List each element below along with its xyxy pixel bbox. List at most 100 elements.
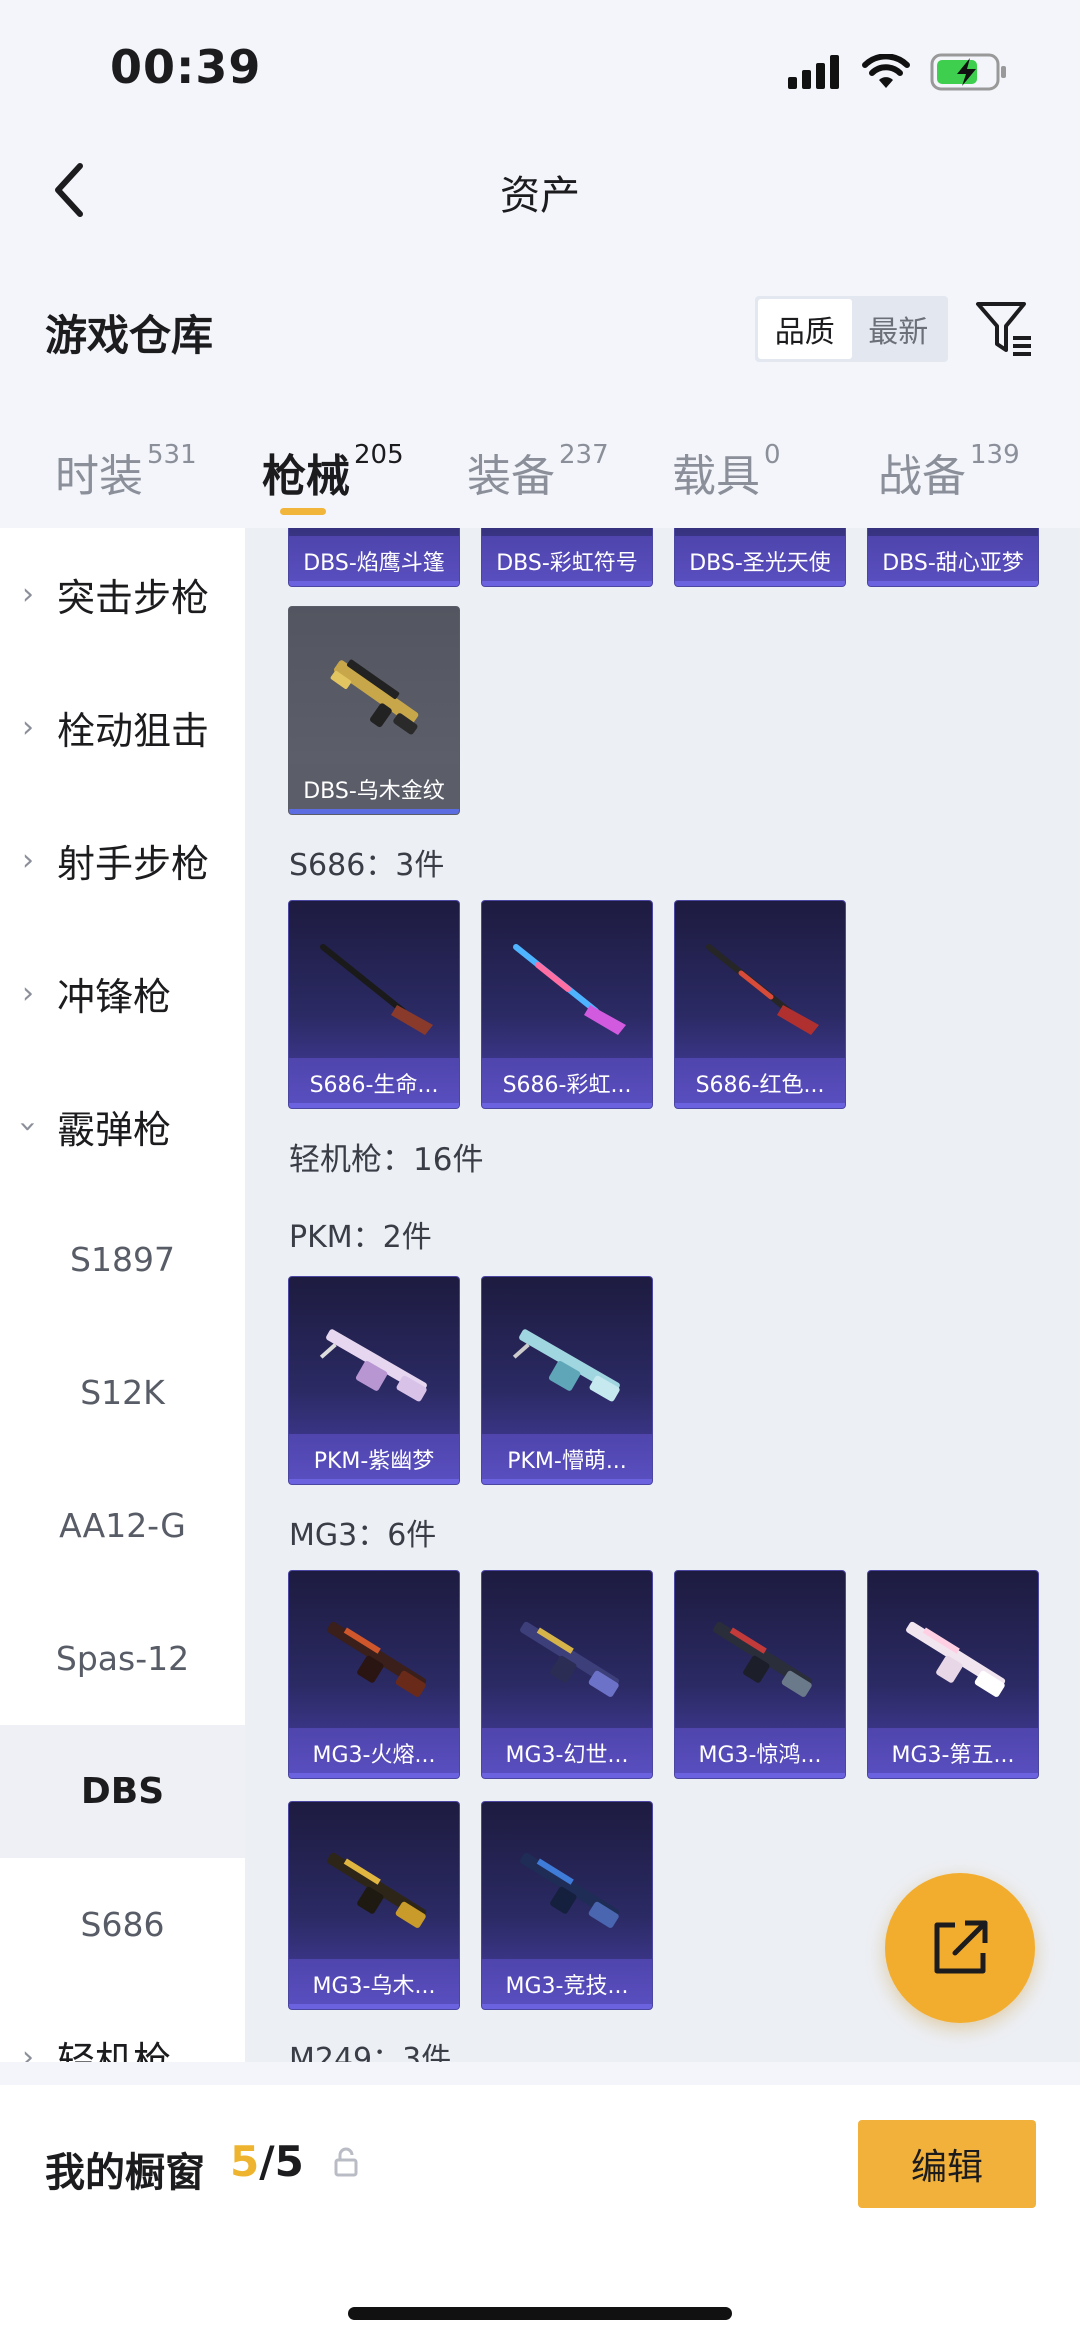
skin-name: MG3-乌木... — [289, 1959, 459, 2009]
shotgun-image — [513, 944, 626, 1035]
tab-vehicles[interactable]: 载具 0 — [672, 440, 781, 520]
header: 资产 — [0, 135, 1080, 245]
tab-count: 0 — [764, 439, 781, 470]
tab-fashion[interactable]: 时装 531 — [55, 440, 197, 520]
sidebar-item-label: 栓动狙击 — [57, 709, 210, 753]
skin-card[interactable]: S686-彩虹... — [481, 900, 653, 1109]
sidebar-item-label: 突击步枪 — [57, 576, 210, 620]
group-title-s686: S686：3件 — [289, 848, 445, 883]
skin-card[interactable]: MG3-幻世... — [481, 1570, 653, 1779]
shotgun-image — [706, 944, 819, 1035]
card-rarity-bar — [482, 1773, 652, 1778]
tab-equipment[interactable]: 装备 237 — [467, 440, 609, 520]
shotgun-image — [320, 944, 433, 1035]
showcase-total: /5 — [259, 2137, 304, 2186]
page-title: 资产 — [500, 173, 580, 219]
skin-name: MG3-第五... — [868, 1728, 1038, 1778]
card-rarity-bar — [289, 1479, 459, 1484]
filter-button[interactable] — [970, 296, 1040, 362]
skin-name: DBS-甜心亚梦 — [868, 536, 1038, 586]
chevron-right-icon: › — [22, 843, 34, 878]
skin-card[interactable]: MG3-乌木... — [288, 1801, 460, 2010]
sidebar-item-shotgun[interactable]: › 霰弹枪 — [0, 1060, 245, 1193]
skin-card[interactable]: MG3-火熔... — [288, 1570, 460, 1779]
skin-card[interactable]: DBS-圣光天使 — [674, 528, 846, 587]
tab-label: 枪械 — [262, 451, 350, 502]
sidebar-sub-s686[interactable]: S686 — [0, 1858, 245, 1991]
tab-combat-supplies[interactable]: 战备 139 — [878, 440, 1020, 520]
card-rarity-bar — [482, 581, 652, 586]
machine-gun-image — [520, 1621, 620, 1697]
skin-card[interactable]: MG3-惊鸿... — [674, 1570, 846, 1779]
group-title-mg3: MG3：6件 — [289, 1518, 437, 1553]
active-tab-indicator — [280, 508, 326, 515]
category-tabs: 时装 531 枪械 205 装备 237 载具 0 战备 139 — [0, 420, 1080, 525]
status-time: 00:39 — [110, 40, 262, 94]
sort-quality[interactable]: 品质 — [758, 299, 852, 359]
tab-label: 时装 — [55, 451, 143, 502]
weapon-grid: DBS-焰鹰斗篷 DBS-彩虹符号 DBS-圣光天使 DBS-甜心亚梦 DBS-… — [245, 528, 1080, 2062]
skin-name: MG3-竞技... — [482, 1959, 652, 2009]
machine-gun-image — [327, 1852, 427, 1928]
tab-count: 237 — [559, 439, 609, 470]
sidebar-sub-aa12g[interactable]: AA12-G — [0, 1459, 245, 1592]
sidebar-item-assault-rifle[interactable]: › 突击步枪 — [0, 528, 245, 661]
home-indicator — [348, 2307, 732, 2320]
sidebar-item-smg[interactable]: › 冲锋枪 — [0, 927, 245, 1060]
card-rarity-bar — [289, 1773, 459, 1778]
skin-card[interactable]: MG3-第五... — [867, 1570, 1039, 1779]
status-icons — [788, 48, 1008, 96]
showcase-label: 我的橱窗 — [45, 2150, 205, 2196]
signal-icon — [788, 55, 839, 89]
skin-name: S686-彩虹... — [482, 1058, 652, 1108]
edit-button[interactable]: 编辑 — [858, 2120, 1036, 2208]
machine-gun-image — [512, 1329, 620, 1402]
skin-name: S686-红色... — [675, 1058, 845, 1108]
card-rarity-bar — [482, 1479, 652, 1484]
sidebar-item-bolt-sniper[interactable]: › 栓动狙击 — [0, 661, 245, 794]
skin-name: MG3-火熔... — [289, 1728, 459, 1778]
card-rarity-bar — [868, 1773, 1038, 1778]
showcase-count: 5/5 — [230, 2137, 304, 2186]
machine-gun-image — [319, 1329, 427, 1402]
tab-label: 战备 — [878, 451, 966, 502]
lock-icon — [334, 2147, 358, 2177]
group-title-m249: M249：3件 — [289, 2042, 452, 2062]
sidebar-sub-dbs[interactable]: DBS — [0, 1725, 245, 1858]
skin-name: DBS-焰鹰斗篷 — [289, 536, 459, 586]
sidebar-item-marksman-rifle[interactable]: › 射手步枪 — [0, 794, 245, 927]
card-rarity-bar — [289, 809, 459, 814]
sidebar-item-label: 射手步枪 — [57, 842, 210, 886]
tab-count: 205 — [354, 439, 404, 470]
skin-card[interactable]: DBS-彩虹符号 — [481, 528, 653, 587]
skin-card[interactable]: S686-生命... — [288, 900, 460, 1109]
skin-card[interactable]: DBS-甜心亚梦 — [867, 528, 1039, 587]
skin-card[interactable]: DBS-乌木金纹 — [288, 606, 460, 815]
skin-card[interactable]: MG3-竞技... — [481, 1801, 653, 2010]
sidebar-item-label: 轻机枪 — [57, 2039, 172, 2062]
share-button[interactable] — [885, 1873, 1035, 2023]
skin-card[interactable]: DBS-焰鹰斗篷 — [288, 528, 460, 587]
wifi-icon — [862, 54, 910, 88]
skin-name: S686-生命... — [289, 1058, 459, 1108]
sidebar-sub-spas12[interactable]: Spas-12 — [0, 1592, 245, 1725]
sort-toggle: 品质 最新 — [755, 296, 948, 362]
assets-page: 00:39 资产 游戏仓库 品质 最新 时装 531 枪械 205 装备 237… — [0, 0, 1080, 2337]
skin-card[interactable]: PKM-懵萌... — [481, 1276, 653, 1485]
sidebar-item-lmg[interactable]: › 轻机枪 — [0, 1991, 245, 2062]
chevron-right-icon: › — [22, 577, 34, 612]
sidebar-sub-s12k[interactable]: S12K — [0, 1326, 245, 1459]
sort-latest[interactable]: 最新 — [852, 299, 946, 359]
skin-card[interactable]: S686-红色... — [674, 900, 846, 1109]
machine-gun-image — [327, 1621, 427, 1697]
skin-name: PKM-紫幽梦 — [289, 1434, 459, 1484]
shotgun-image — [330, 659, 419, 735]
skin-name: DBS-圣光天使 — [675, 536, 845, 586]
skin-card[interactable]: PKM-紫幽梦 — [288, 1276, 460, 1485]
showcase-used: 5 — [230, 2137, 260, 2186]
group-title-lmg: 轻机枪：16件 — [289, 1142, 484, 1178]
sidebar-sub-s1897[interactable]: S1897 — [0, 1193, 245, 1326]
skin-name: DBS-乌木金纹 — [289, 764, 459, 814]
weapon-sidebar: › 突击步枪 › 栓动狙击 › 射手步枪 › 冲锋枪 › 霰弹枪 S1897 S… — [0, 528, 245, 2062]
card-rarity-bar — [675, 1103, 845, 1108]
